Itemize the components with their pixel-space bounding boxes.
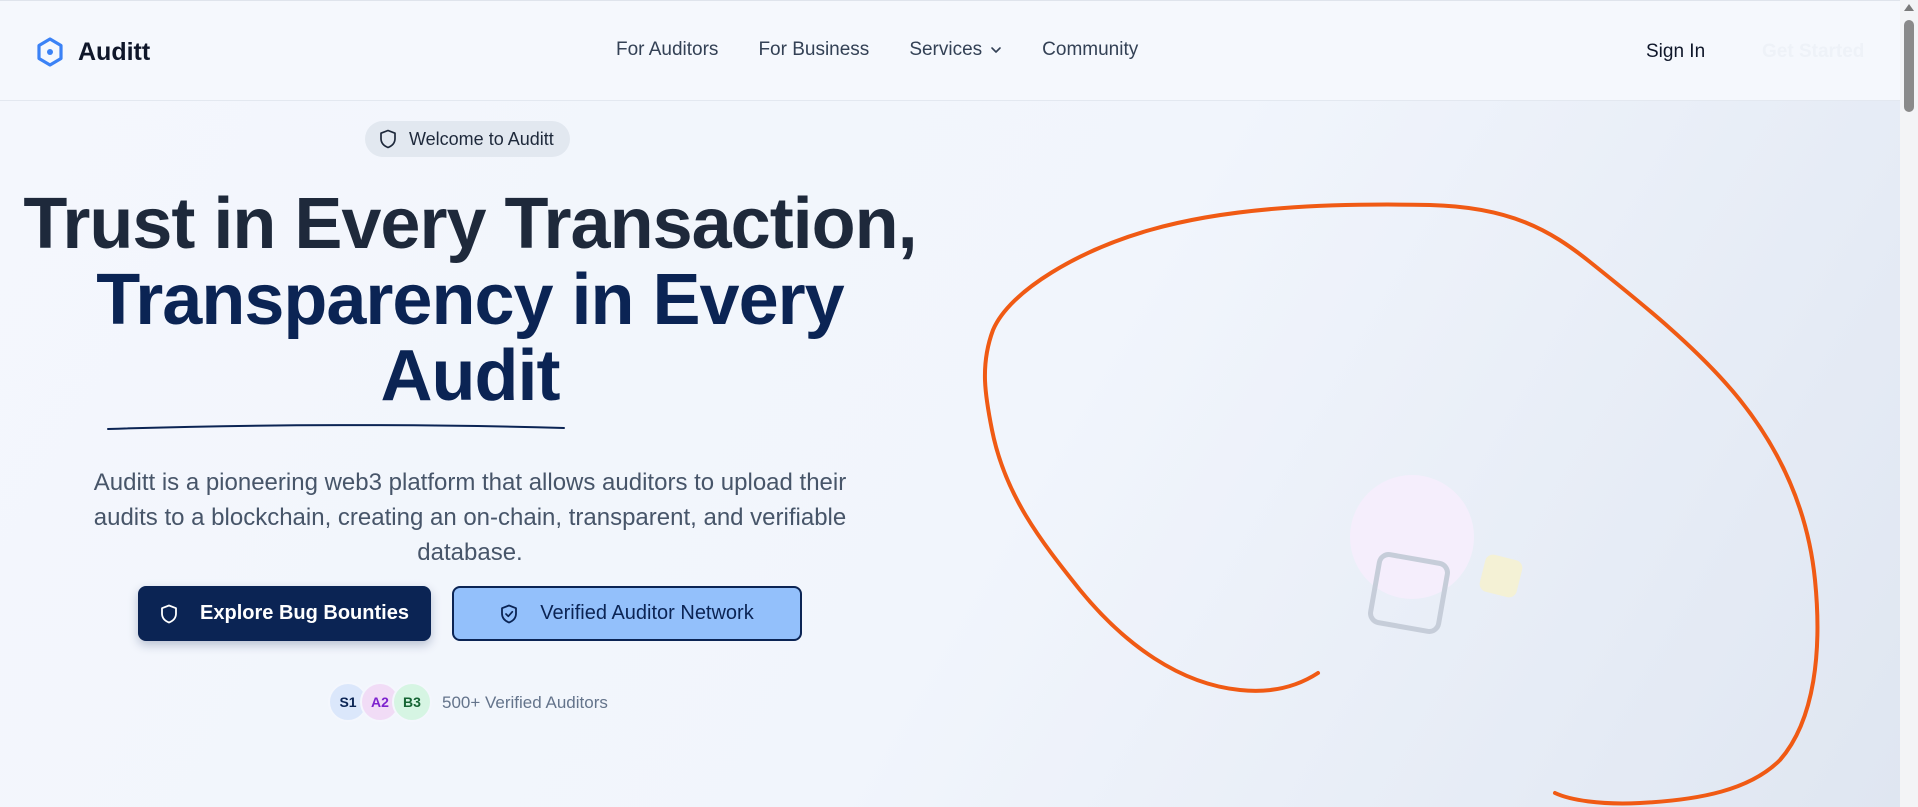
brand-logo-link[interactable]: Auditt xyxy=(36,37,150,67)
page: Auditt For Auditors For Business Service… xyxy=(0,0,1900,807)
avatar: B3 xyxy=(392,682,432,722)
scrollbar-thumb[interactable] xyxy=(1904,20,1914,112)
explore-bug-bounties-button[interactable]: Explore Bug Bounties xyxy=(138,586,431,641)
shield-icon xyxy=(161,604,177,623)
auditor-avatars: S1 A2 B3 xyxy=(328,682,432,722)
verified-auditor-network-label: Verified Auditor Network xyxy=(540,602,754,624)
headline-line-2: Transparency in Every xyxy=(96,260,844,340)
hexagon-logo-icon xyxy=(37,37,63,67)
sign-in-button[interactable]: Sign In xyxy=(1646,41,1705,63)
nav-link-for-auditors[interactable]: For Auditors xyxy=(616,39,718,61)
vertical-scrollbar[interactable] xyxy=(1900,0,1918,807)
decorative-square-outline xyxy=(1366,550,1452,636)
welcome-badge: Welcome to Auditt xyxy=(365,121,570,157)
shield-icon xyxy=(380,129,396,149)
nav-link-community[interactable]: Community xyxy=(1042,39,1138,61)
welcome-badge-label: Welcome to Auditt xyxy=(409,128,554,149)
verified-auditor-network-button[interactable]: Verified Auditor Network xyxy=(452,586,802,641)
nav-link-services-label: Services xyxy=(909,39,983,60)
hero-subtitle: Auditt is a pioneering web3 platform tha… xyxy=(93,469,847,566)
shield-check-icon xyxy=(501,604,518,623)
explore-bug-bounties-label: Explore Bug Bounties xyxy=(200,602,409,624)
headline-line-1: Trust in Every Transaction, xyxy=(23,184,917,264)
scroll-up-arrow-icon[interactable] xyxy=(1904,4,1914,11)
headline-underline xyxy=(107,424,565,430)
decorative-small-square xyxy=(1477,552,1525,600)
nav-link-for-business[interactable]: For Business xyxy=(758,39,869,61)
navbar: Auditt For Auditors For Business Service… xyxy=(0,0,1900,101)
headline-line-3: Audit xyxy=(380,336,561,416)
nav-links: For Auditors For Business Services Commu… xyxy=(616,39,1178,61)
nav-link-services[interactable]: Services xyxy=(909,39,1002,61)
get-started-button[interactable]: Get Started xyxy=(1762,41,1864,63)
hero-headline: Trust in Every Transaction, Transparency… xyxy=(0,186,940,414)
verified-auditors-count: 500+ Verified Auditors xyxy=(442,693,608,712)
chevron-down-icon xyxy=(991,47,1001,53)
brand-name: Auditt xyxy=(78,37,151,66)
